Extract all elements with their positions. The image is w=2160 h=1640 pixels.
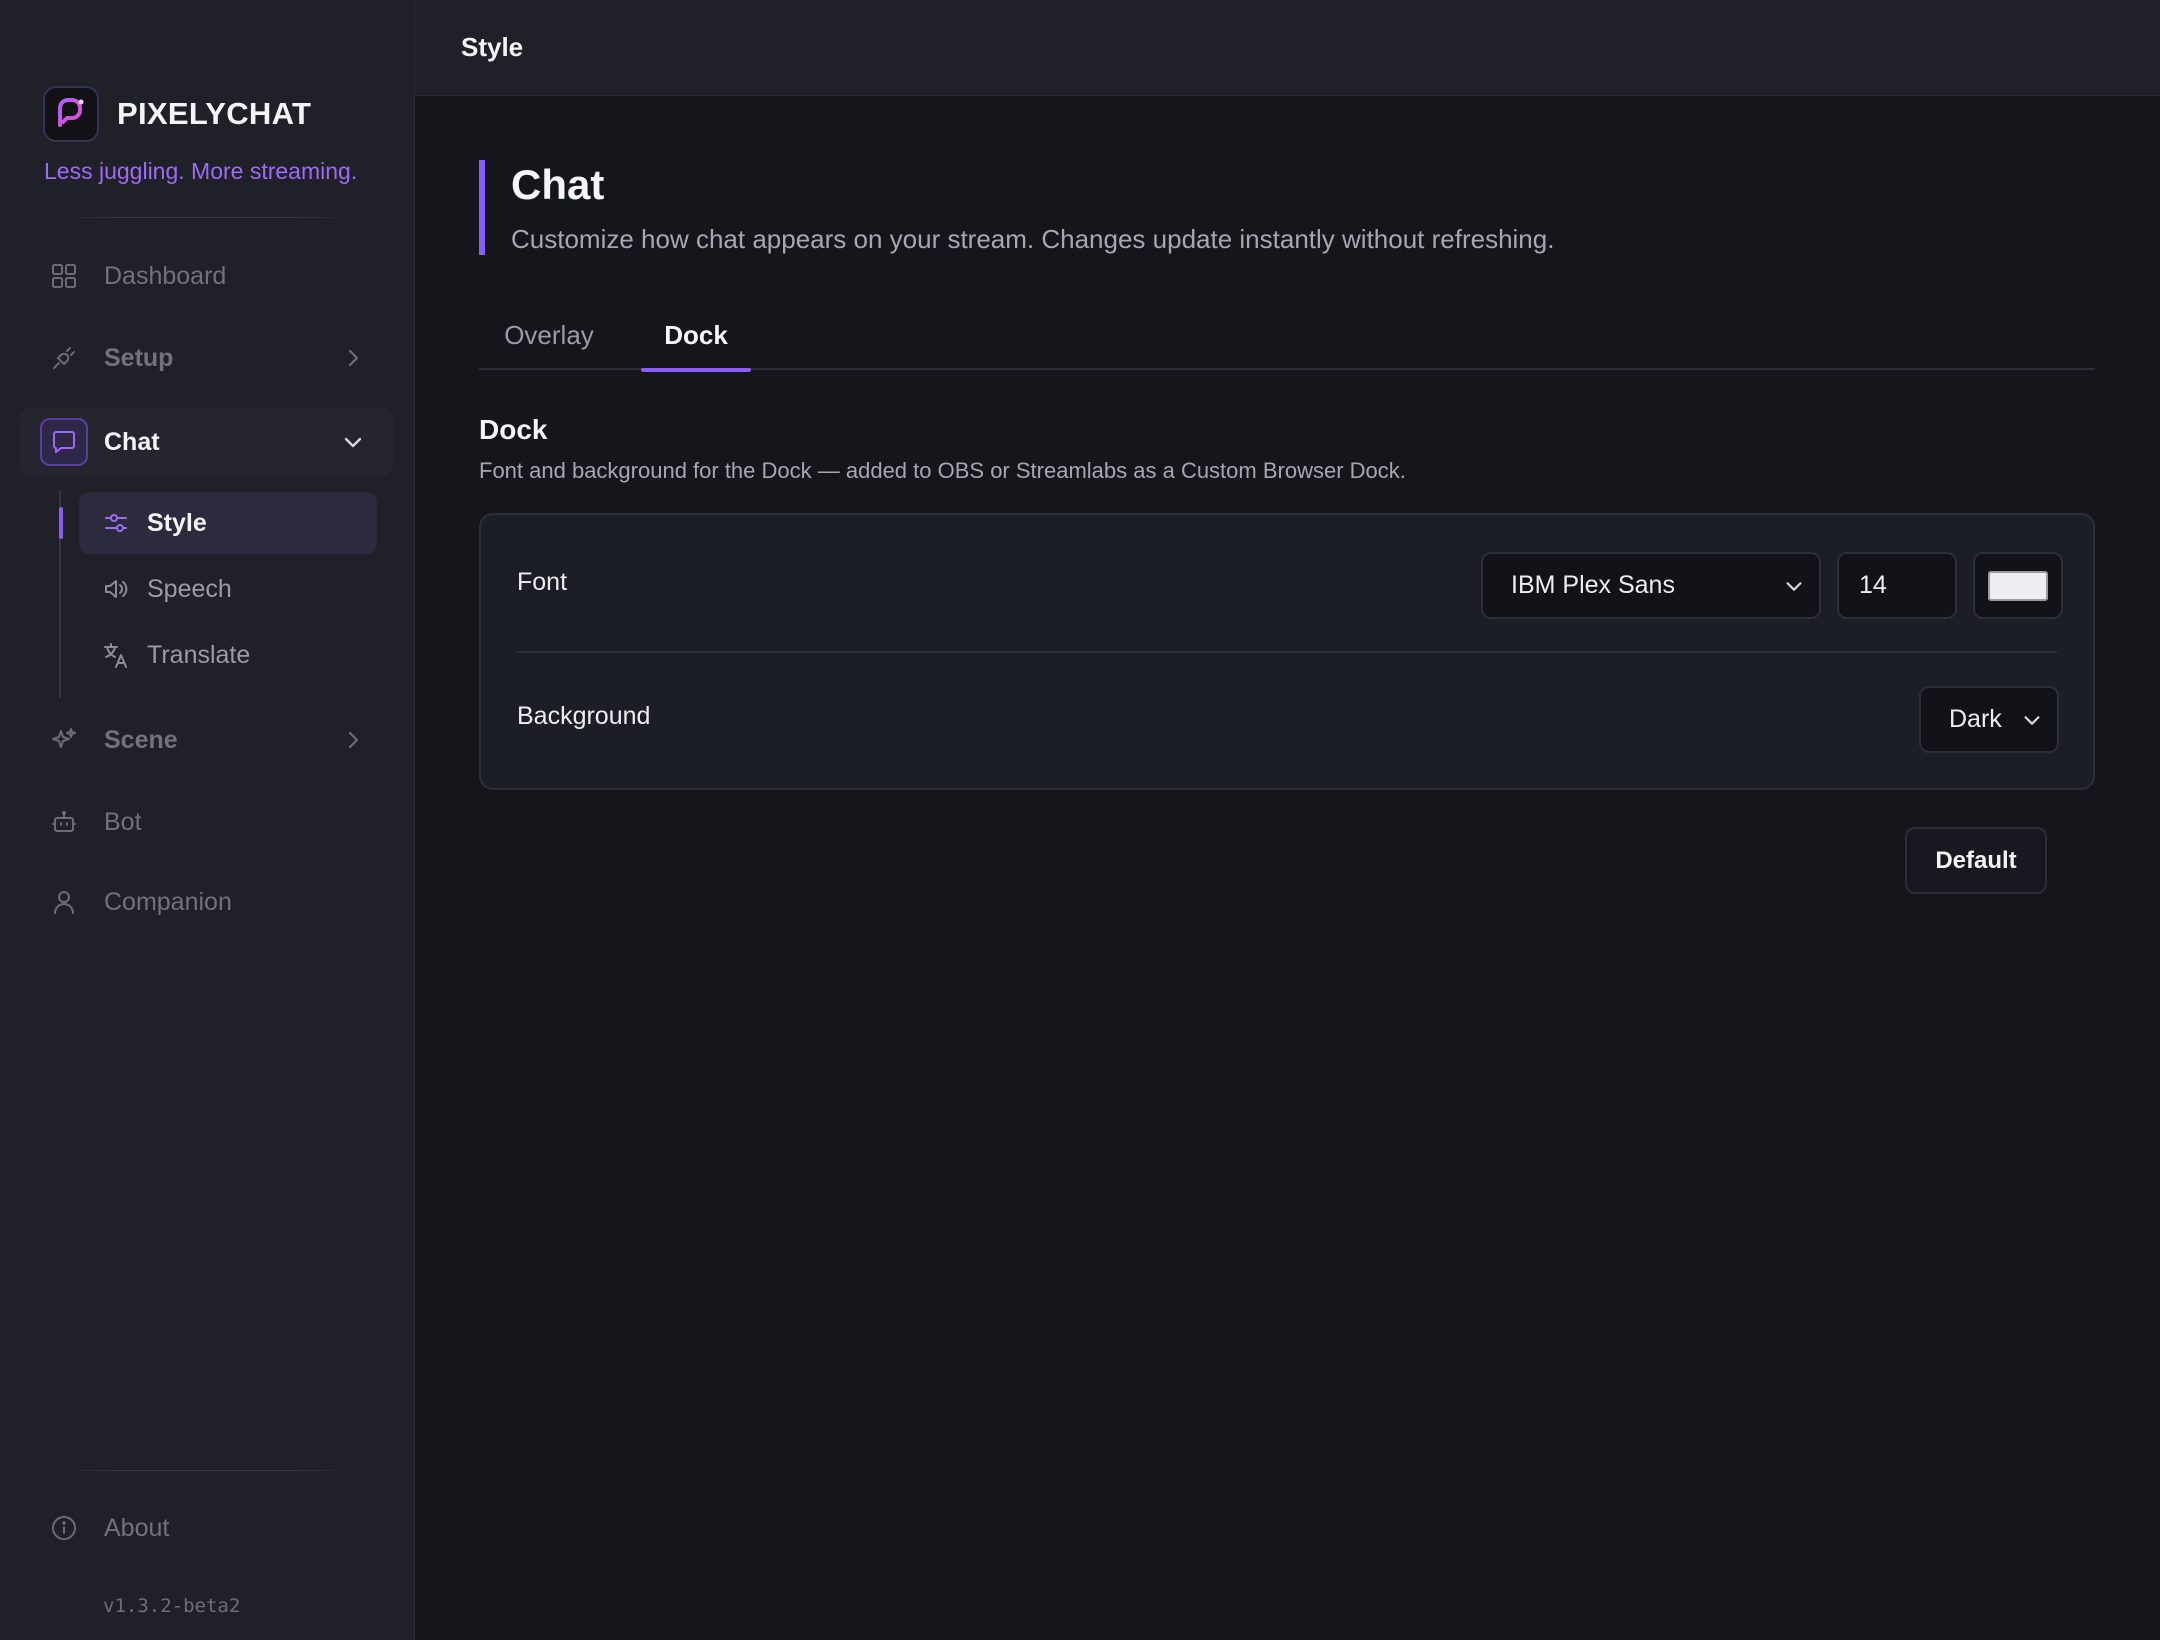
page-subtitle: Customize how chat appears on your strea… [511,224,1555,254]
grid-icon [48,260,80,292]
background-select[interactable]: Dark [1919,686,2059,753]
sidebar-item-label: Companion [104,887,232,916]
chevron-right-icon [348,731,359,749]
user-icon [48,886,80,918]
section-title: Dock [479,414,548,445]
sidebar-item-companion[interactable]: Companion [20,871,393,933]
sidebar: PIXELYCHAT Less juggling. More streaming… [0,0,415,1640]
translate-icon [101,640,131,670]
top-bar: Style [415,0,2160,96]
brand-tagline: Less juggling. More streaming. [44,158,358,184]
tab-bar: Overlay Dock [479,300,2095,372]
app-window: PIXELYCHAT Less juggling. More streaming… [0,0,2160,1640]
plug-icon [48,342,80,374]
color-swatch [1988,570,2048,601]
main-content: Style Chat Customize how chat appears on… [415,0,2160,1640]
robot-icon [48,806,80,838]
font-family-select[interactable]: IBM Plex Sans [1481,552,1821,619]
sidebar-item-label: About [104,1513,170,1542]
sidebar-item-about[interactable]: About [20,1497,393,1559]
sidebar-subitem-translate[interactable]: Translate [79,624,377,686]
app-version: v1.3.2-beta2 [103,1595,241,1617]
page-header: Chat Customize how chat appears on your … [479,160,1554,255]
row-divider [517,651,2057,653]
brand-name: PIXELYCHAT [117,96,312,131]
sidebar-item-scene[interactable]: Scene [20,709,393,771]
background-value: Dark [1949,705,2002,733]
submenu-active-indicator [59,507,63,539]
sidebar-item-label: Chat [104,427,160,456]
chevron-right-icon [348,349,359,367]
font-label: Font [517,568,568,596]
section-description: Font and background for the Dock — added… [479,458,1406,483]
sidebar-item-label: Bot [104,807,142,836]
chevron-down-icon [344,437,362,448]
chevron-down-icon [1786,581,1802,591]
sidebar-subitem-label: Style [147,508,207,537]
info-icon [48,1512,80,1544]
brand[interactable]: PIXELYCHAT [43,86,311,142]
sidebar-subitem-label: Translate [147,640,251,669]
tab-overlay[interactable]: Overlay [479,300,619,370]
sidebar-subitem-label: Speech [147,574,232,603]
sidebar-subitem-speech[interactable]: Speech [79,558,377,620]
dock-settings-card: Font IBM Plex Sans Background Dark [479,513,2095,790]
sidebar-item-bot[interactable]: Bot [20,791,393,853]
font-color-picker[interactable] [1973,552,2063,619]
sidebar-item-chat[interactable]: Chat [20,407,393,477]
font-family-value: IBM Plex Sans [1511,571,1675,599]
sidebar-divider [55,217,360,218]
default-button[interactable]: Default [1905,827,2047,894]
font-size-input[interactable] [1837,552,1957,619]
sidebar-item-setup[interactable]: Setup [20,327,393,389]
breadcrumb: Style [461,32,524,62]
background-label: Background [517,702,651,730]
sidebar-item-label: Scene [104,725,178,754]
tab-dock[interactable]: Dock [641,300,751,372]
sidebar-item-label: Dashboard [104,261,227,290]
chat-bubble-icon [40,418,88,466]
sparkles-icon [48,724,80,756]
sidebar-item-dashboard[interactable]: Dashboard [20,245,393,307]
chevron-down-icon [2024,715,2040,725]
page-title: Chat [511,161,605,208]
sidebar-divider [55,1470,360,1471]
speaker-icon [101,574,131,604]
sidebar-subitem-style[interactable]: Style [79,492,377,554]
sidebar-item-label: Setup [104,343,174,372]
sliders-icon [101,508,131,538]
logo-icon [43,86,99,142]
